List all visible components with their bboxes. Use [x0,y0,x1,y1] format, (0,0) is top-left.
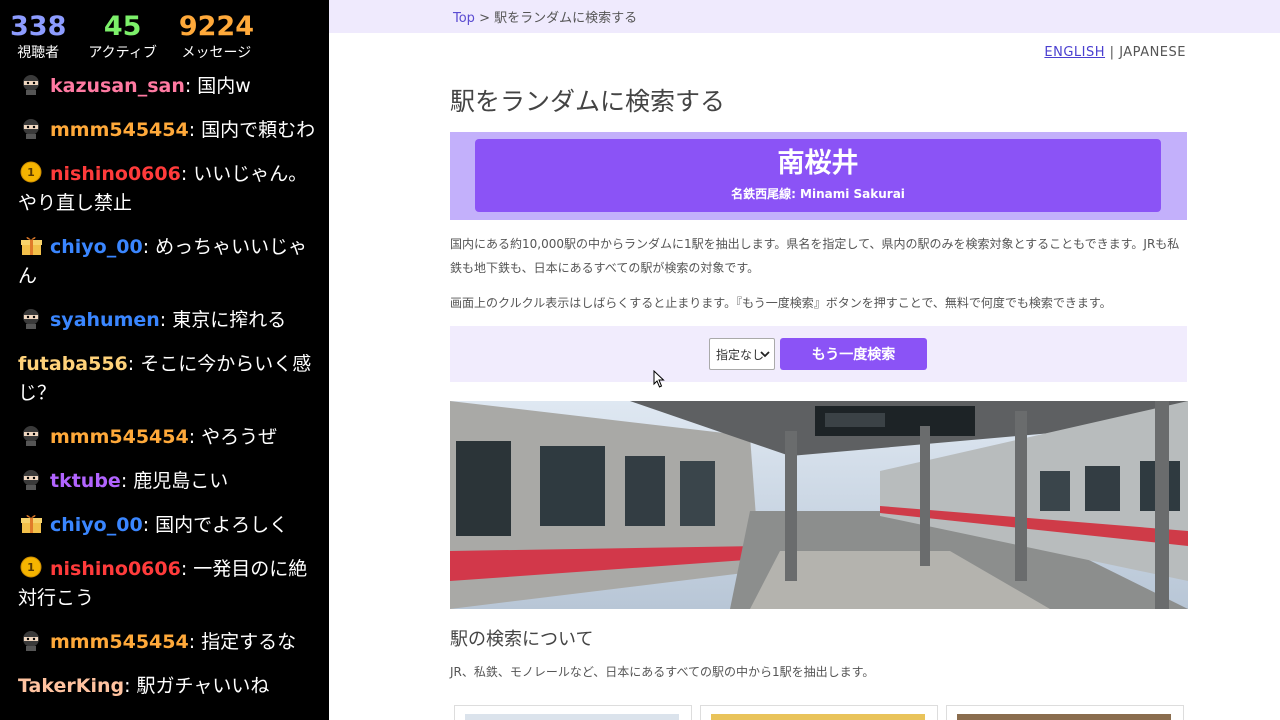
chat-username[interactable]: kazusan_san [50,75,185,97]
about-text: JR、私鉄、モノレールなど、日本にあるすべての駅の中から1駅を抽出します。 [450,665,875,679]
ninja-icon [18,424,45,446]
chat-message-list: kazusan_san: 国内w mmm545454: 国内で頼むわ 1 nishin… [18,72,318,716]
coin-1-icon: 1 [18,556,45,578]
chat-text: : 鹿児島こい [120,470,229,492]
ninja-icon [18,307,45,329]
chat-username[interactable]: chiyo_00 [50,236,143,258]
chat-message: futaba556: そこに今からいく感じ？ [18,350,318,408]
viewers-label: 視聴者 [17,45,60,61]
chat-message: mmm545454: 指定するな [18,628,318,657]
coin-1-icon: 1 [18,161,45,183]
chat-text: : 国内w [184,75,251,97]
chat-message: mmm545454: 国内で頼むわ [18,116,318,145]
stream-stats: 338 視聴者 45 アクティブ 9224 メッセージ [0,0,329,70]
station-result-panel: 南桜井 名鉄西尾線: Minami Sakurai [450,132,1187,220]
messages-count: 9224 [178,11,254,42]
messages-label: メッセージ [181,45,252,61]
messages-stat: 9224 メッセージ [179,0,254,70]
card-thumbnail [711,714,925,720]
chat-username[interactable]: chiyo_00 [50,514,143,536]
breadcrumb-current: 駅をランダムに検索する [494,11,638,26]
related-card[interactable] [700,705,938,720]
chat-message: 1 nishino0606: いいじゃん。やり直し禁止 [18,160,318,218]
prefecture-select-value: 指定なし [716,347,765,362]
breadcrumb: Top > 駅をランダムに検索する [453,7,637,26]
chat-overlay: 338 視聴者 45 アクティブ 9224 メッセージ kazusan_san:… [0,0,329,720]
prefecture-select[interactable]: 指定なし [709,338,775,370]
chat-message: TakerKing: 駅ガチャいいね [18,672,318,701]
active-stat: 45 アクティブ [88,0,156,70]
breadcrumb-bar: Top > 駅をランダムに検索する [329,0,1280,33]
chat-text: : 指定するな [188,631,297,653]
chat-text: : やろうぜ [188,426,278,448]
intro-text: 国内にある約10,000駅の中からランダムに1駅を抽出します。県名を指定して、県… [450,237,1180,275]
chat-message: chiyo_00: 国内でよろしく [18,511,318,540]
active-label: アクティブ [88,45,157,61]
chat-username[interactable]: TakerKing [18,675,124,697]
mouse-cursor-icon [653,370,665,388]
train-platform-image [450,401,1188,609]
chat-message: chiyo_00: めっちゃいいじゃん [18,233,318,291]
active-count: 45 [103,11,142,42]
english-link[interactable]: ENGLISH [1044,45,1105,60]
ninja-icon [18,629,45,651]
station-card: 南桜井 名鉄西尾線: Minami Sakurai [475,139,1161,212]
related-card[interactable] [946,705,1184,720]
search-panel: 指定なし もう一度検索 [450,326,1187,382]
viewers-count: 338 [10,11,67,42]
chat-message: tktube: 鹿児島こい [18,467,318,496]
language-separator: | [1105,45,1120,60]
gift-box-icon [18,234,45,256]
language-switcher: ENGLISH | JAPANESE [1044,45,1186,60]
ninja-icon [18,117,45,139]
chat-username[interactable]: nishino0606 [50,558,181,580]
chat-message: kazusan_san: 国内w [18,72,318,101]
chat-username[interactable]: futaba556 [18,353,128,375]
chat-text: : 国内で頼むわ [188,119,316,141]
note-text: 画面上のクルクル表示はしばらくすると止まります。『もう一度検索』ボタンを押すこと… [450,296,1112,310]
station-line: 名鉄西尾線: Minami Sakurai [731,187,905,201]
chat-text: : 東京に搾れる [159,309,287,331]
about-heading: 駅の検索について [450,629,594,650]
chat-username[interactable]: nishino0606 [50,163,181,185]
gift-box-icon [18,512,45,534]
japanese-label: JAPANESE [1119,45,1186,60]
svg-text:1: 1 [27,166,35,179]
chat-username[interactable]: tktube [50,470,121,492]
chat-text: : 駅ガチャいいね [124,675,270,697]
card-thumbnail [957,714,1171,720]
ninja-icon [18,468,45,490]
svg-text:1: 1 [27,561,35,574]
card-thumbnail [465,714,679,720]
station-name: 南桜井 [777,148,859,179]
station-photo [450,401,1188,609]
chat-message: syahumen: 東京に搾れる [18,306,318,335]
breadcrumb-separator: > [474,11,495,26]
viewers-stat: 338 視聴者 [10,0,66,70]
chat-username[interactable]: mmm545454 [50,631,189,653]
chat-username[interactable]: mmm545454 [50,426,189,448]
chat-message: mmm545454: やろうぜ [18,423,318,452]
page-title: 駅をランダムに検索する [450,87,726,116]
ninja-icon [18,73,45,95]
web-page: Top > 駅をランダムに検索する ENGLISH | JAPANESE 駅をラ… [329,0,1280,720]
chat-username[interactable]: syahumen [50,309,160,331]
breadcrumb-home-link[interactable]: Top [453,11,475,26]
chat-text: : 国内でよろしく [142,514,289,536]
search-again-button[interactable]: もう一度検索 [780,338,927,370]
chat-message: 1 nishino0606: 一発目のに絶対行こう [18,555,318,613]
chevron-down-icon [760,351,770,358]
chat-username[interactable]: mmm545454 [50,119,189,141]
related-card[interactable] [454,705,692,720]
